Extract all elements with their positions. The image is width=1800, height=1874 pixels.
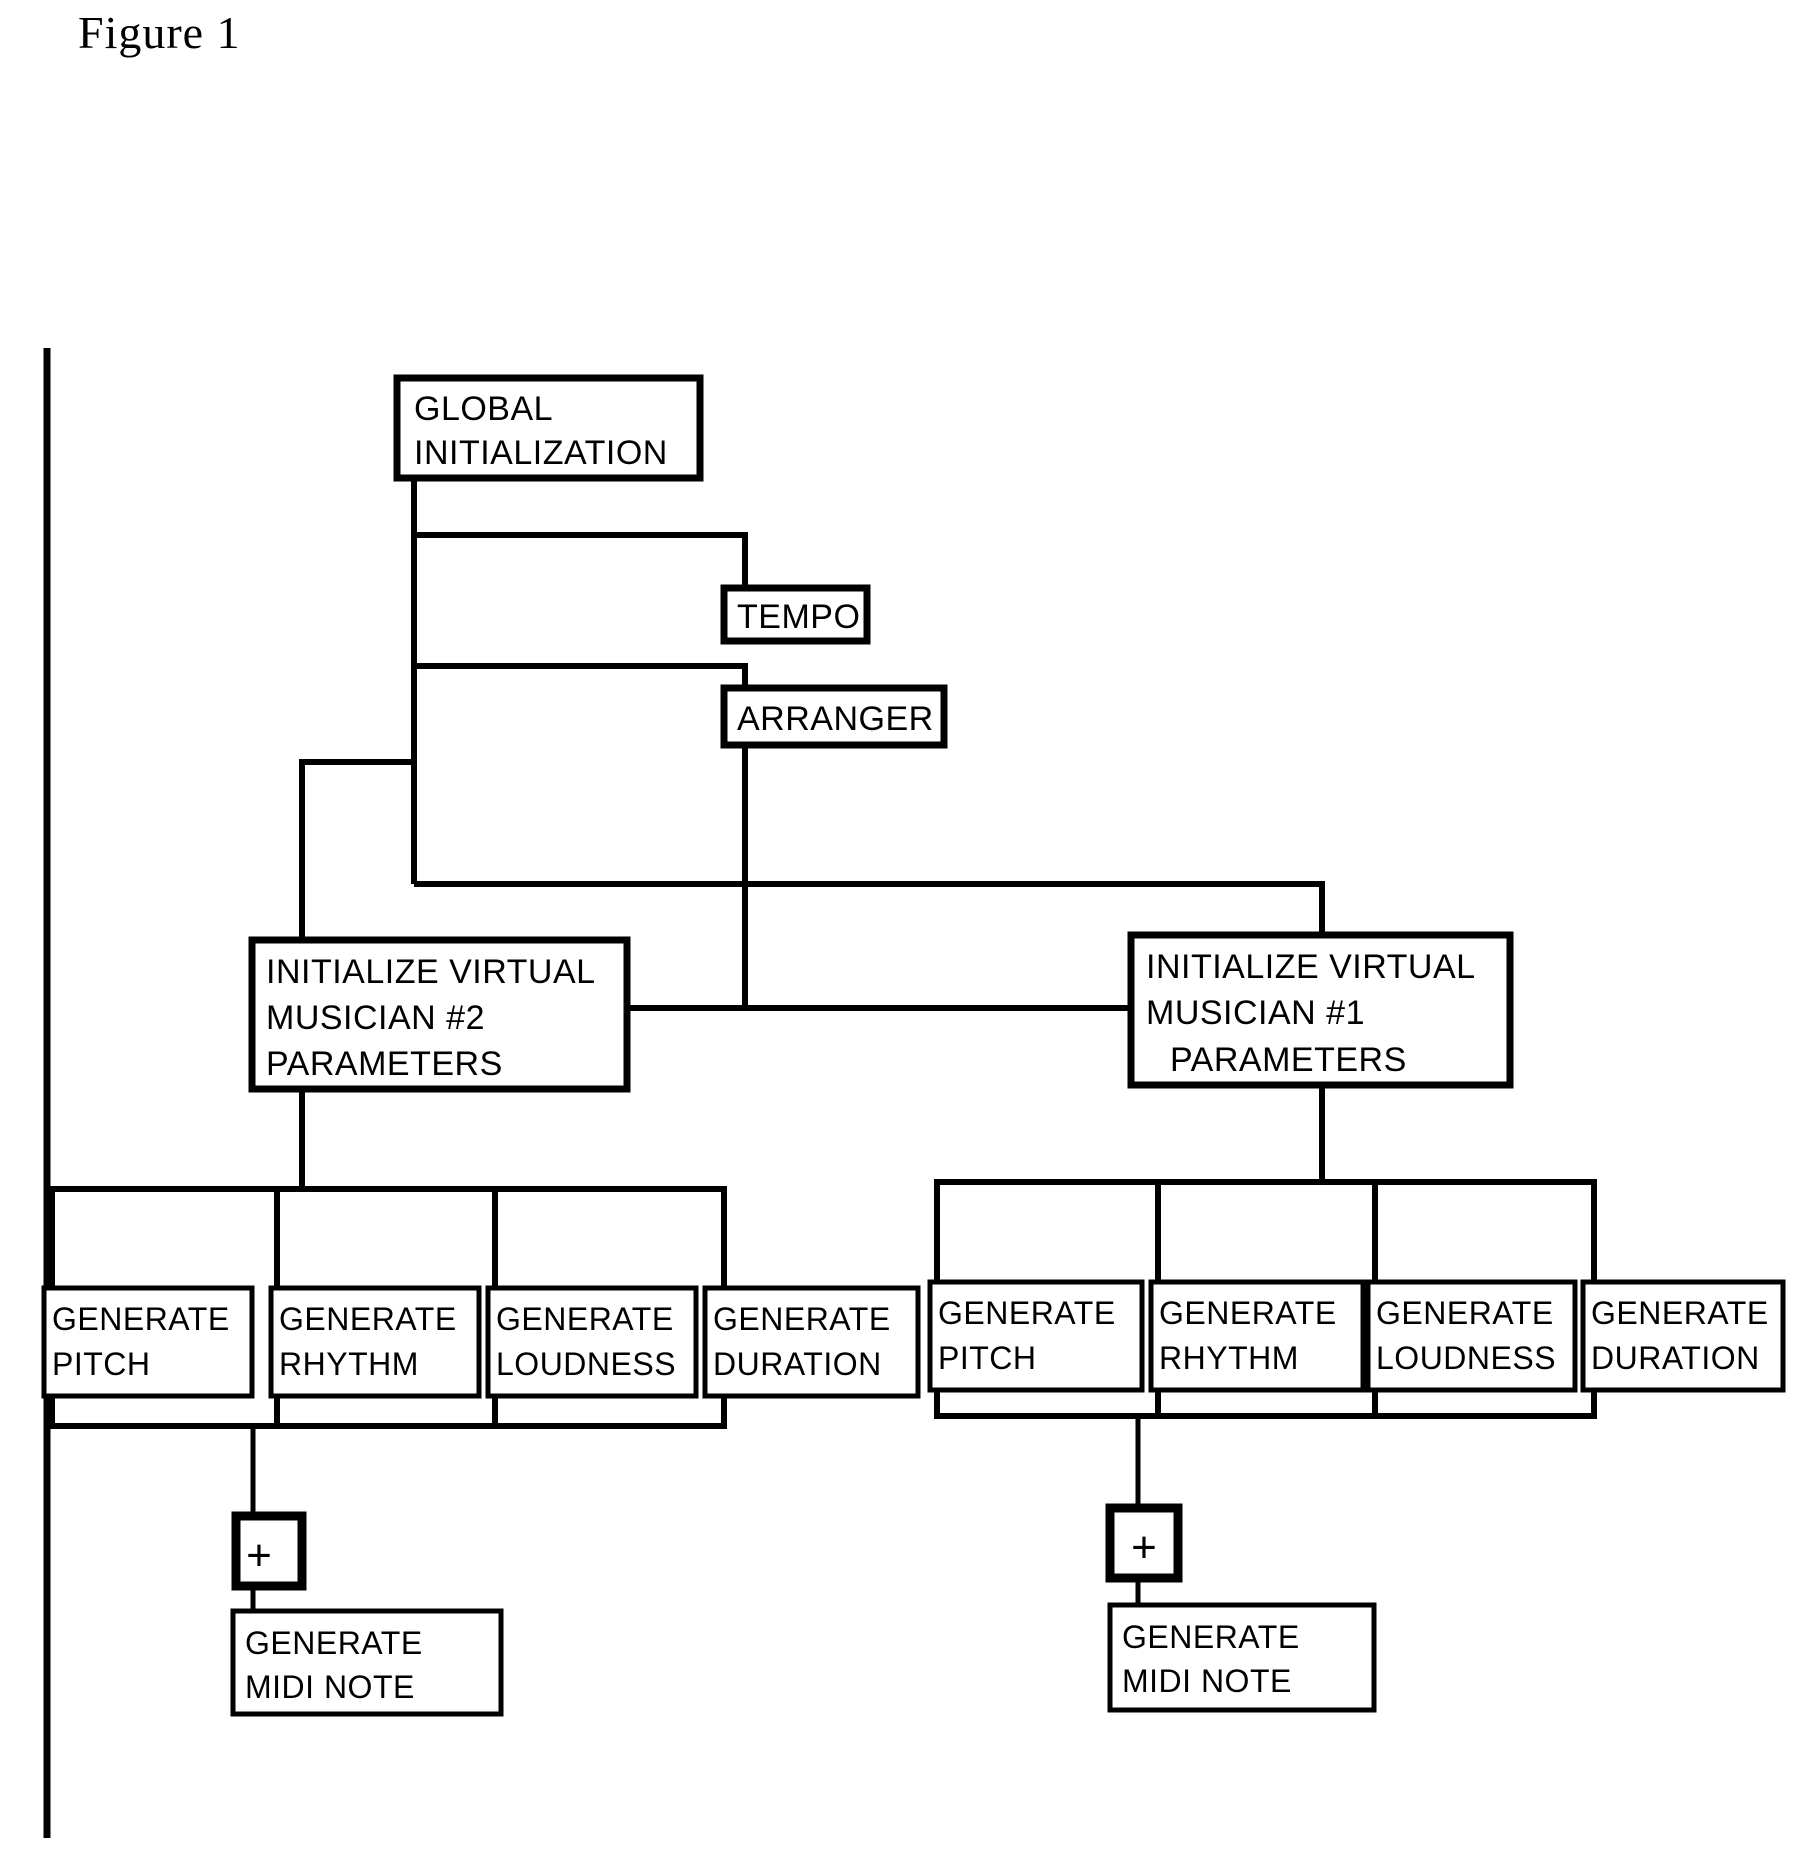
init-vm1-line2: MUSICIAN #1 bbox=[1146, 994, 1365, 1032]
node-right-summer[interactable]: + bbox=[1105, 1503, 1183, 1583]
node-init-virtual-musician-1[interactable]: INITIALIZE VIRTUAL MUSICIAN #1 PARAMETER… bbox=[1127, 931, 1514, 1089]
left-generate-duration-line1: GENERATE bbox=[713, 1301, 891, 1337]
left-generate-pitch-line1: GENERATE bbox=[52, 1301, 230, 1337]
global-initialization-line1: GLOBAL bbox=[414, 390, 553, 428]
node-global-initialization[interactable]: GLOBAL INITIALIZATION bbox=[393, 374, 704, 482]
node-right-generate-loudness[interactable]: GENERATE LOUDNESS bbox=[1365, 1279, 1578, 1393]
right-generate-loudness-line1: GENERATE bbox=[1376, 1295, 1554, 1331]
init-vm2-line2: MUSICIAN #2 bbox=[266, 999, 485, 1037]
left-midi-note-line2: MIDI NOTE bbox=[245, 1669, 415, 1705]
left-midi-note-line1: GENERATE bbox=[245, 1625, 423, 1661]
node-left-summer[interactable]: + bbox=[231, 1511, 307, 1591]
left-generate-rhythm-line1: GENERATE bbox=[279, 1301, 457, 1337]
flowchart-diagram: GLOBAL INITIALIZATION TEMPO ARRANGER INI… bbox=[41, 348, 1786, 1838]
left-generate-loudness-line2: LOUDNESS bbox=[496, 1346, 676, 1382]
left-summer-plus-icon: + bbox=[246, 1531, 272, 1580]
init-vm2-line3: PARAMETERS bbox=[266, 1045, 503, 1083]
right-generate-duration-line1: GENERATE bbox=[1591, 1295, 1769, 1331]
node-init-virtual-musician-2[interactable]: INITIALIZE VIRTUAL MUSICIAN #2 PARAMETER… bbox=[248, 936, 631, 1093]
init-vm2-line1: INITIALIZE VIRTUAL bbox=[266, 953, 596, 991]
node-tempo[interactable]: TEMPO bbox=[720, 584, 871, 645]
arranger-label: ARRANGER bbox=[737, 700, 934, 738]
right-generate-rhythm-line2: RHYTHM bbox=[1159, 1340, 1299, 1376]
init-vm1-line1: INITIALIZE VIRTUAL bbox=[1146, 948, 1476, 986]
node-left-generate-duration[interactable]: GENERATE DURATION bbox=[702, 1285, 921, 1399]
right-generate-loudness-line2: LOUDNESS bbox=[1376, 1340, 1556, 1376]
node-right-generate-pitch[interactable]: GENERATE PITCH bbox=[927, 1279, 1145, 1393]
right-generate-rhythm-line1: GENERATE bbox=[1159, 1295, 1337, 1331]
node-left-generate-loudness[interactable]: GENERATE LOUDNESS bbox=[485, 1285, 699, 1399]
node-arranger[interactable]: ARRANGER bbox=[720, 684, 948, 749]
node-right-generate-rhythm[interactable]: GENERATE RHYTHM bbox=[1148, 1279, 1366, 1393]
left-generate-loudness-line1: GENERATE bbox=[496, 1301, 674, 1337]
left-generate-pitch-line2: PITCH bbox=[52, 1346, 151, 1382]
tempo-label: TEMPO bbox=[737, 598, 860, 636]
node-left-generate-rhythm[interactable]: GENERATE RHYTHM bbox=[268, 1285, 482, 1399]
right-midi-note-line2: MIDI NOTE bbox=[1122, 1663, 1292, 1699]
right-generate-duration-line2: DURATION bbox=[1591, 1340, 1760, 1376]
global-initialization-line2: INITIALIZATION bbox=[414, 434, 668, 472]
node-right-generate-duration[interactable]: GENERATE DURATION bbox=[1580, 1279, 1786, 1393]
right-generate-pitch-line2: PITCH bbox=[938, 1340, 1037, 1376]
connector-global-to-tempo bbox=[414, 532, 748, 588]
connector-global-to-arranger bbox=[414, 663, 748, 688]
node-left-generate-midi-note[interactable]: GENERATE MIDI NOTE bbox=[230, 1608, 504, 1717]
right-summer-plus-icon: + bbox=[1131, 1523, 1157, 1572]
init-vm1-line3: PARAMETERS bbox=[1170, 1041, 1407, 1079]
right-generate-pitch-line1: GENERATE bbox=[938, 1295, 1116, 1331]
right-midi-note-line1: GENERATE bbox=[1122, 1619, 1300, 1655]
left-generate-rhythm-line2: RHYTHM bbox=[279, 1346, 419, 1382]
left-generate-duration-line2: DURATION bbox=[713, 1346, 882, 1382]
node-left-generate-pitch[interactable]: GENERATE PITCH bbox=[41, 1285, 255, 1399]
node-right-generate-midi-note[interactable]: GENERATE MIDI NOTE bbox=[1107, 1602, 1377, 1713]
